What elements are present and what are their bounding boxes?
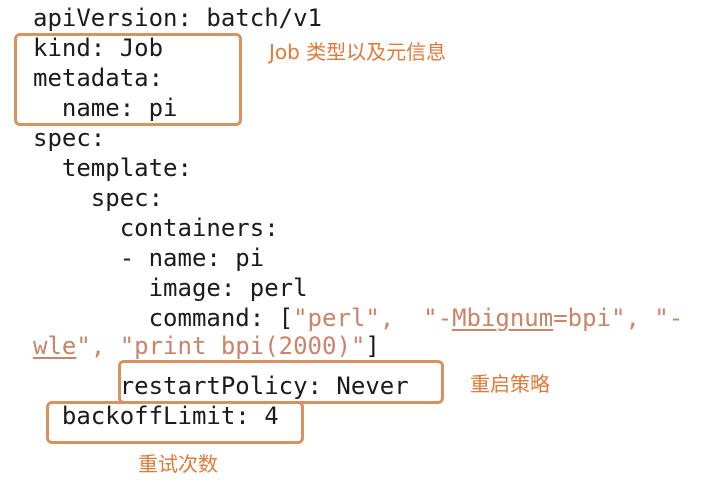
command-arg-wle-open: "- <box>654 304 684 332</box>
job-meta-annotation: Job 类型以及元信息 <box>269 40 447 64</box>
command-arg-mbignum-close: =bpi" <box>553 304 626 332</box>
yaml-line-apiversion: apiVersion: batch/v1 <box>33 4 322 32</box>
restart-policy-highlight-box <box>118 360 444 404</box>
command-arg-mbignum: Mbignum <box>452 304 554 332</box>
yaml-line-command: command: ["perl", "-Mbignum=bpi", "- <box>33 304 684 332</box>
yaml-slide: apiVersion: batch/v1 kind: Job metadata:… <box>0 0 706 496</box>
yaml-line-template: template: <box>33 154 192 182</box>
yaml-line-containers: containers: <box>33 214 279 242</box>
command-close-bracket: ] <box>365 332 380 360</box>
command-arg-print: ", "print bpi(2000)" <box>76 332 366 360</box>
command-arg-wle: wle <box>33 332 77 360</box>
yaml-line-command-wrap: wle", "print bpi(2000)"] <box>33 332 380 360</box>
yaml-line-image: image: perl <box>33 274 308 302</box>
yaml-line-spec: spec: <box>33 124 106 152</box>
job-meta-highlight-box <box>14 33 242 126</box>
backoff-limit-highlight-box <box>46 401 304 444</box>
restart-policy-annotation: 重启策略 <box>470 372 550 396</box>
retry-count-annotation: 重试次数 <box>138 452 218 476</box>
command-arg-perl: "perl" <box>293 304 380 332</box>
command-key: command: [ <box>33 304 294 332</box>
command-separator-2: , <box>625 304 655 332</box>
command-arg-mbignum-open: "- <box>423 304 453 332</box>
yaml-line-template-spec: spec: <box>33 184 164 212</box>
command-separator: , <box>379 304 424 332</box>
yaml-line-container-name: - name: pi <box>33 244 265 272</box>
